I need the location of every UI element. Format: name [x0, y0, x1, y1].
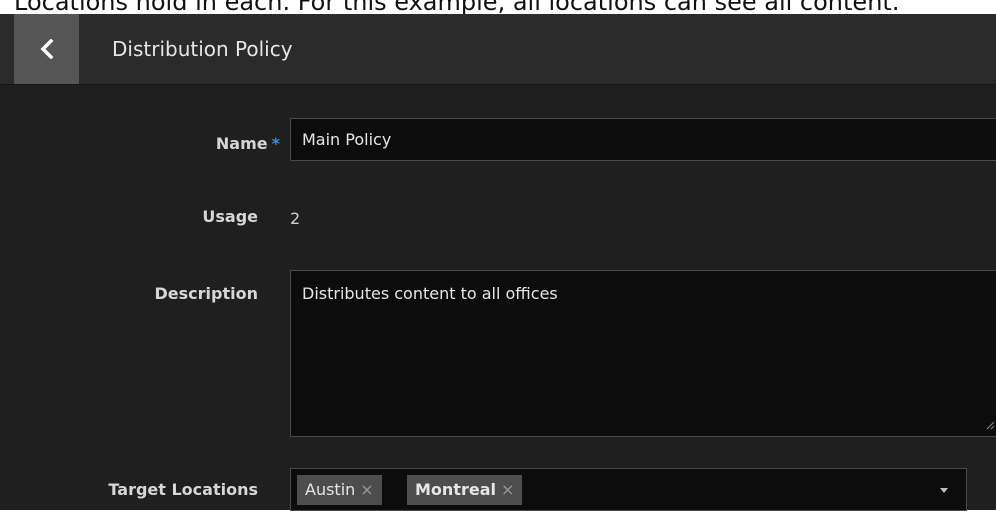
remove-austin-icon[interactable]: × [360, 480, 373, 499]
page-caption: Locations hold in each. For this example… [0, 0, 996, 14]
description-label: Description [154, 284, 258, 303]
description-textarea[interactable]: Distributes content to all offices [290, 270, 996, 437]
description-textarea-value: Distributes content to all offices [302, 284, 558, 303]
chevron-down-icon[interactable] [940, 488, 948, 493]
back-button[interactable] [14, 14, 79, 84]
panel-header: Distribution Policy [0, 14, 996, 85]
page-title: Distribution Policy [112, 37, 293, 61]
name-label: Name * [216, 134, 280, 153]
target-locations-select[interactable]: Austin × Montreal × [290, 468, 967, 511]
chevron-left-icon [40, 39, 54, 59]
caption-text: Locations hold in each. For this example… [14, 0, 900, 14]
usage-label: Usage [202, 207, 258, 226]
distribution-policy-panel: Distribution Policy Name * Main Policy Us… [0, 14, 996, 511]
resize-handle-icon[interactable] [985, 415, 995, 434]
name-label-text: Name [215, 134, 268, 153]
tag-austin-label: Austin [305, 480, 356, 499]
tag-montreal-label: Montreal [415, 480, 496, 499]
tag-austin: Austin × [297, 475, 382, 505]
usage-value: 2 [290, 209, 301, 228]
target-locations-label: Target Locations [108, 480, 258, 499]
remove-montreal-icon[interactable]: × [501, 480, 514, 499]
name-input-value: Main Policy [302, 130, 392, 149]
tag-montreal: Montreal × [407, 475, 523, 505]
name-input[interactable]: Main Policy [290, 118, 996, 161]
required-marker: * [271, 134, 280, 153]
